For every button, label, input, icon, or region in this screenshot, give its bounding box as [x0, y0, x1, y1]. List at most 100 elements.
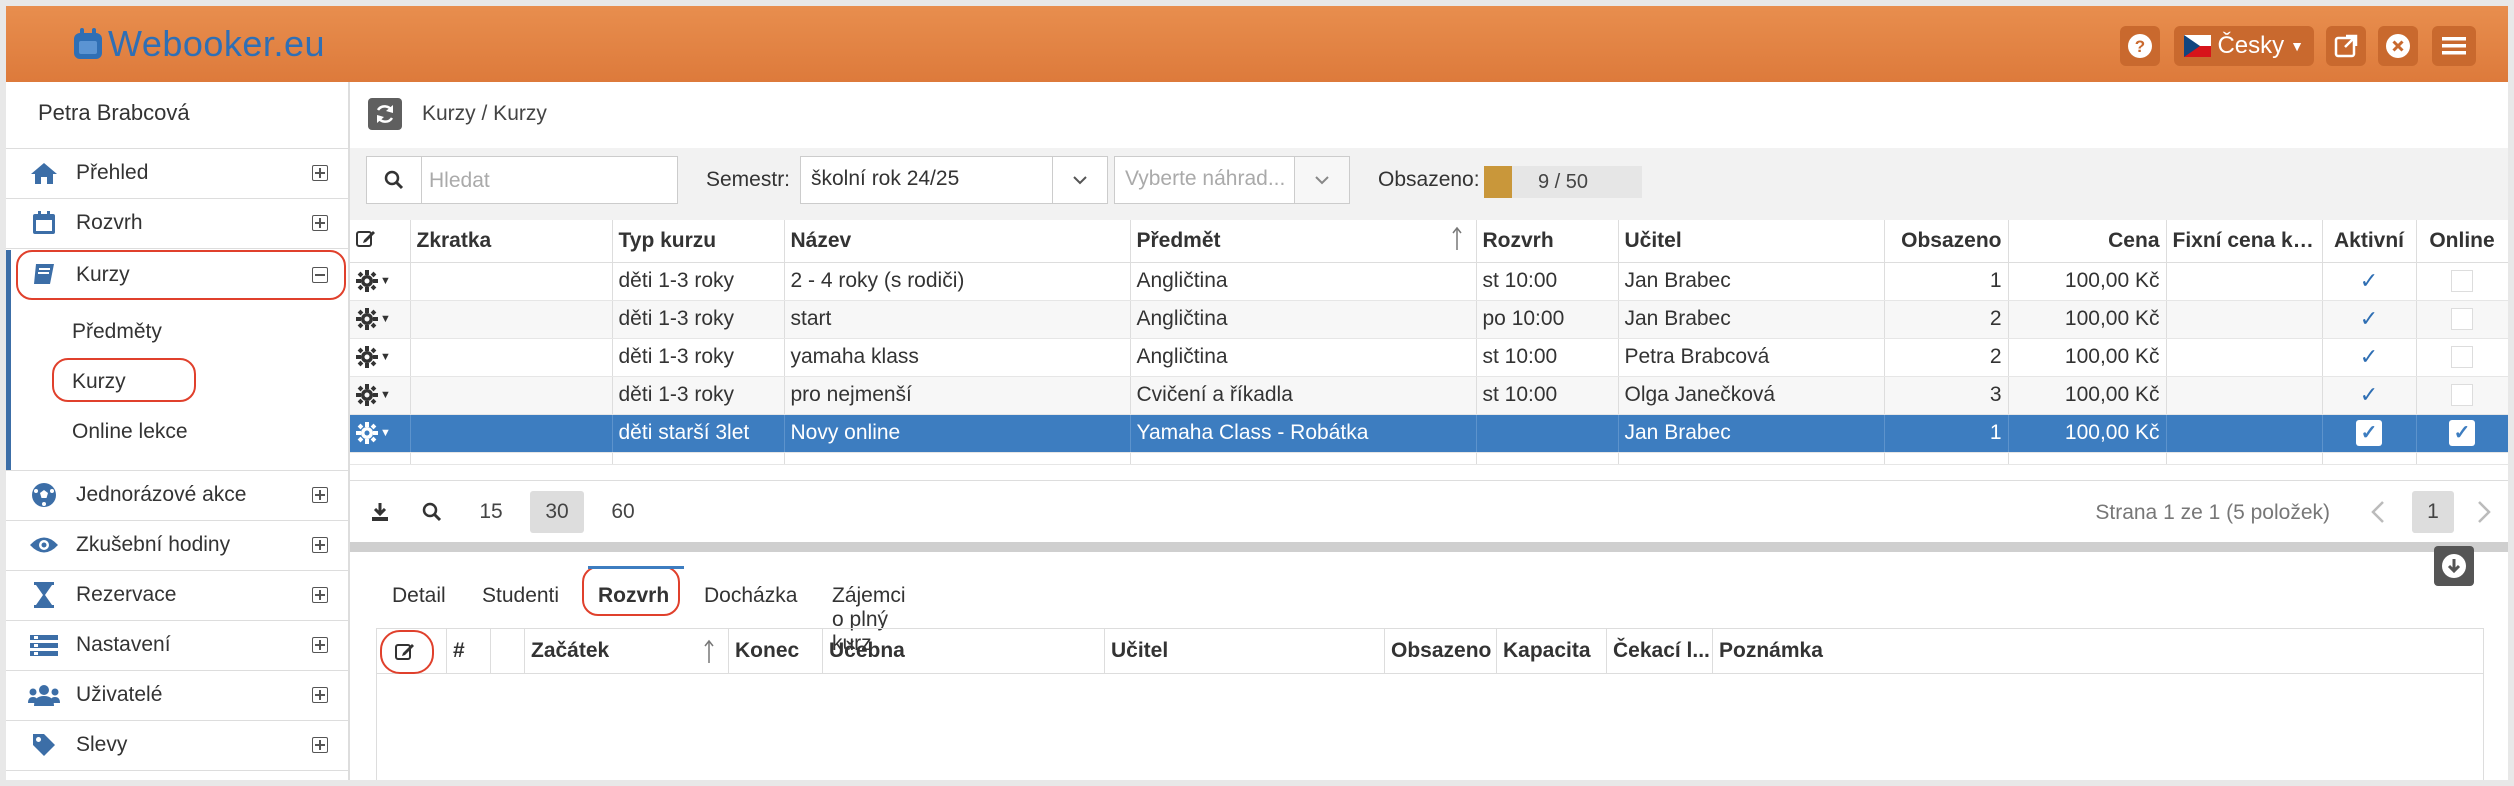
row-actions-menu[interactable]: ▼ [350, 376, 411, 415]
page-size-15[interactable]: 15 [464, 491, 518, 533]
table-cell-online[interactable] [2416, 300, 2509, 339]
column-header[interactable]: Poznámka [1713, 629, 2485, 673]
table-cell-online[interactable] [2416, 338, 2509, 377]
edit-column-header[interactable] [350, 220, 411, 263]
breadcrumb-bar: Kurzy / Kurzy [350, 82, 2508, 149]
menu-button[interactable] [2432, 26, 2476, 66]
table-row[interactable]: ▼ děti 1-3 roky pro nejmenší Cvičení a říka… [350, 376, 2509, 415]
expand-icon[interactable] [312, 537, 328, 553]
expand-icon[interactable] [312, 637, 328, 653]
column-header[interactable]: Učitel [1618, 220, 1885, 263]
tab-studenti[interactable]: Studenti [482, 584, 559, 608]
column-header[interactable]: Kapacita [1497, 629, 1607, 673]
expand-icon[interactable] [312, 165, 328, 181]
table-cell-obsazeno: 1 [1884, 414, 2009, 453]
sidebar-subitem-online-lekce[interactable]: Online lekce [72, 420, 188, 444]
help-button[interactable]: ? [2120, 26, 2160, 66]
logo[interactable]: Webooker.eu [72, 23, 325, 64]
table-cell-rozvrh: po 10:00 [1476, 300, 1619, 339]
table-cell-aktivni[interactable]: ✓ [2322, 338, 2417, 377]
edit-icon [356, 230, 375, 247]
sidebar-item-uzivatele[interactable]: Uživatelé [6, 670, 348, 720]
column-header[interactable]: Předmět [1130, 220, 1477, 263]
table-cell-predmet: Angličtina [1130, 300, 1477, 339]
language-select[interactable]: Česky ▼ [2174, 26, 2314, 66]
sidebar-item-zkusebni-hodiny[interactable]: Zkušební hodiny [6, 520, 348, 570]
sidebar-item-rozvrh[interactable]: Rozvrh [6, 198, 348, 248]
settings-list-icon [28, 631, 60, 659]
tab-detail[interactable]: Detail [392, 584, 446, 608]
checkbox-empty [2451, 308, 2473, 331]
column-header[interactable]: Konec [729, 629, 823, 673]
table-row[interactable]: ▼ děti starší 3let Novy online Yamaha Class… [350, 414, 2509, 453]
table-row[interactable]: ▼ děti 1-3 roky start Angličtina po 10:00 Jan… [350, 300, 2509, 339]
column-header[interactable]: Začátek [525, 629, 729, 673]
table-cell-aktivni[interactable]: ✓ [2322, 300, 2417, 339]
panel-splitter[interactable] [350, 542, 2508, 552]
table-row[interactable]: ▼ děti 1-3 roky 2 - 4 roky (s rodiči) Angli… [350, 262, 2509, 301]
expand-icon[interactable] [312, 487, 328, 503]
column-header[interactable]: Cena [2008, 220, 2167, 263]
tab-rozvrh[interactable]: Rozvrh [598, 584, 669, 608]
table-cell-typ: děti 1-3 roky [612, 376, 785, 415]
table-row[interactable]: ▼ děti 1-3 roky yamaha klass Angličtina st 1… [350, 338, 2509, 377]
table-cell-online[interactable] [2416, 262, 2509, 301]
search-button[interactable] [367, 157, 422, 203]
expand-icon[interactable] [312, 587, 328, 603]
row-actions-menu[interactable]: ▼ [350, 338, 411, 377]
column-header[interactable]: Obsazeno [1884, 220, 2009, 263]
nahrada-select[interactable]: Vyberte náhrad... [1114, 156, 1350, 204]
column-header[interactable]: Online [2416, 220, 2509, 263]
filter-bar: Semestr: školní rok 24/25 Vyberte náhrad… [350, 148, 2508, 221]
column-header[interactable]: Čekací l... [1607, 629, 1713, 673]
column-header[interactable]: Typ kurzu [612, 220, 785, 263]
tab-dochazka[interactable]: Docházka [704, 584, 797, 608]
search-toggle-button[interactable] [412, 491, 452, 533]
column-header[interactable]: Název [784, 220, 1131, 263]
table-cell-aktivni[interactable]: ✓ [2322, 414, 2417, 453]
column-header[interactable]: # [447, 629, 491, 673]
sidebar-item-rezervace[interactable]: Rezervace [6, 570, 348, 620]
collapse-icon[interactable] [312, 267, 328, 283]
column-header[interactable]: Učitel [1105, 629, 1385, 673]
search-input[interactable] [427, 165, 671, 197]
column-header[interactable]: Aktivní [2322, 220, 2417, 263]
sidebar-item-kurzy[interactable]: Kurzy [6, 250, 348, 300]
expand-icon[interactable] [312, 687, 328, 703]
next-page-button[interactable] [2466, 491, 2502, 533]
sidebar-item-prehled[interactable]: Přehled [6, 148, 348, 198]
sidebar-subitem-predmety[interactable]: Předměty [72, 320, 162, 344]
column-header[interactable]: Obsazeno [1385, 629, 1497, 673]
refresh-button[interactable] [368, 98, 402, 130]
add-schedule-button[interactable] [377, 629, 447, 673]
row-actions-menu[interactable]: ▼ [350, 300, 411, 339]
hamburger-menu-icon [2442, 37, 2466, 55]
row-actions-menu[interactable]: ▼ [350, 262, 411, 301]
page-size-60[interactable]: 60 [596, 491, 650, 533]
semestr-select[interactable]: školní rok 24/25 [800, 156, 1108, 204]
table-cell-online[interactable] [2416, 376, 2509, 415]
row-actions-menu[interactable]: ▼ [350, 414, 411, 453]
sidebar-subitem-kurzy[interactable]: Kurzy [72, 370, 126, 394]
prev-page-button[interactable] [2360, 491, 2396, 533]
table-cell-aktivni[interactable]: ✓ [2322, 376, 2417, 415]
sort-ascending-icon [1451, 226, 1462, 258]
export-button[interactable] [360, 491, 400, 533]
external-link-button[interactable] [2326, 26, 2366, 66]
sidebar-item-slevy[interactable]: Slevy [6, 720, 348, 770]
page-1-button[interactable]: 1 [2412, 491, 2454, 533]
table-cell-aktivni[interactable]: ✓ [2322, 262, 2417, 301]
column-header[interactable]: Fixní cena ku... [2166, 220, 2323, 263]
table-cell-online[interactable]: ✓ [2416, 414, 2509, 453]
column-header[interactable]: Učebna [823, 629, 1105, 673]
column-header[interactable]: Rozvrh [1476, 220, 1619, 263]
page-size-30[interactable]: 30 [530, 491, 584, 533]
expand-icon[interactable] [312, 737, 328, 753]
sidebar-item-nastaveni[interactable]: Nastavení [6, 620, 348, 670]
expand-icon[interactable] [312, 215, 328, 231]
column-header[interactable]: Zkratka [410, 220, 613, 263]
close-button[interactable] [2378, 26, 2418, 66]
sidebar-item-jednorazove-akce[interactable]: Jednorázové akce [6, 470, 348, 520]
collapse-panel-button[interactable] [2434, 546, 2474, 586]
table-cell-typ: děti 1-3 roky [612, 338, 785, 377]
